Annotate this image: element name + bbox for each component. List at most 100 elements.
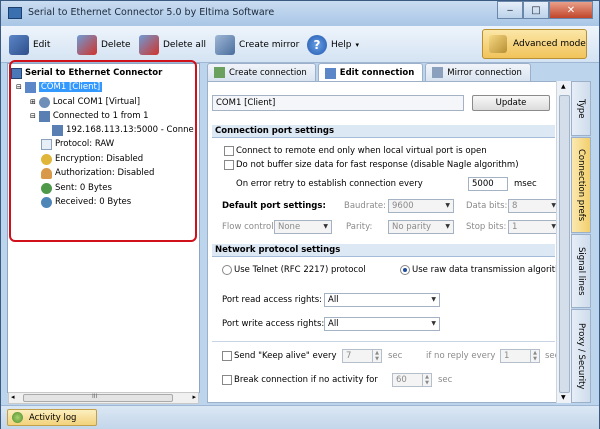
disable-nagle-label: Do not buffer size data for fast respons…: [236, 160, 519, 170]
help-label: Help: [331, 40, 352, 50]
update-button[interactable]: Update: [472, 95, 550, 111]
delete-all-label: Delete all: [163, 40, 206, 50]
raw-data-label: Use raw data transmission algorithms: [412, 265, 571, 275]
advanced-mode-button[interactable]: Advanced mode: [482, 29, 587, 59]
tab-edit-label: Edit connection: [339, 68, 415, 78]
mirror-connection-icon: [432, 67, 444, 78]
scrollbar-thumb[interactable]: [559, 95, 570, 393]
parity-select[interactable]: No parity: [388, 220, 454, 234]
flow-control-label: Flow control:: [222, 222, 277, 232]
maximize-button[interactable]: □: [523, 1, 549, 19]
delete-label: Delete: [101, 40, 131, 50]
create-connection-icon: [214, 67, 225, 78]
stepper-arrows-icon[interactable]: ▲ ▼: [422, 374, 431, 386]
tab-proxy-security[interactable]: Proxy / Security: [571, 309, 591, 403]
read-access-label: Port read access rights:: [222, 295, 323, 305]
keep-alive-stepper[interactable]: 7 ▲ ▼: [342, 349, 382, 363]
scroll-down-icon[interactable]: ▼: [561, 394, 566, 401]
close-button[interactable]: ✕: [549, 1, 593, 19]
help-icon: ?: [307, 35, 327, 55]
edit-label: Edit: [33, 40, 51, 50]
telnet-label: Use Telnet (RFC 2217) protocol: [234, 265, 366, 275]
advanced-mode-label: Advanced mode: [513, 39, 586, 49]
scrollbar-thumb[interactable]: III: [23, 393, 173, 402]
retry-interval-input[interactable]: 5000: [468, 177, 508, 191]
divider: [212, 341, 555, 342]
parity-label: Parity:: [346, 222, 373, 232]
baudrate-select[interactable]: 9600: [388, 199, 454, 213]
break-connection-checkbox[interactable]: [222, 375, 232, 385]
window-title: Serial to Ethernet Connector 5.0 by Elti…: [28, 7, 275, 18]
stop-bits-select[interactable]: 1: [508, 220, 560, 234]
create-mirror-button[interactable]: Create mirror: [215, 33, 299, 57]
connect-only-when-open-label: Connect to remote end only when local vi…: [236, 146, 487, 156]
panel-vertical-scrollbar[interactable]: ▲ ▼: [556, 81, 571, 403]
write-access-select[interactable]: All: [324, 317, 440, 331]
activity-log-button[interactable]: Activity log: [7, 409, 97, 426]
network-protocol-settings-header: Network protocol settings: [212, 244, 555, 257]
connect-only-when-open-checkbox[interactable]: [224, 146, 234, 156]
tab-connection-prefs[interactable]: Connection prefs: [571, 137, 591, 233]
stepper-arrows-icon[interactable]: ▲ ▼: [372, 350, 381, 362]
tab-create-connection[interactable]: Create connection: [207, 63, 316, 81]
pencil-icon: [9, 35, 29, 55]
delete-all-button[interactable]: Delete all: [139, 33, 206, 57]
title-bar[interactable]: Serial to Ethernet Connector 5.0 by Elti…: [1, 1, 599, 26]
tree-horizontal-scrollbar[interactable]: ◂ III ▸: [8, 392, 199, 404]
telnet-radio[interactable]: [222, 265, 232, 275]
help-button[interactable]: ? Help ▾: [307, 33, 359, 57]
tab-connection-prefs-label: Connection prefs: [576, 148, 586, 222]
scroll-left-icon[interactable]: ◂: [11, 393, 15, 401]
vertical-tab-bar: Type Connection prefs Signal lines Proxy…: [571, 81, 591, 403]
no-reply-value: 1: [504, 351, 510, 361]
highlight-box: [9, 60, 197, 242]
scroll-right-icon[interactable]: ▸: [192, 393, 196, 401]
no-reply-stepper[interactable]: 1 ▲ ▼: [500, 349, 540, 363]
advanced-mode-icon: [489, 35, 507, 53]
keep-alive-checkbox[interactable]: [222, 351, 232, 361]
break-connection-unit: sec: [438, 375, 453, 385]
break-connection-label: Break connection if no activity for: [234, 375, 378, 385]
mirror-icon: [215, 35, 235, 55]
retry-label: On error retry to establish connection e…: [236, 179, 423, 189]
break-connection-stepper[interactable]: 60 ▲ ▼: [392, 373, 432, 387]
tab-bar: Create connection Edit connection Mirror…: [207, 63, 531, 82]
minimize-button[interactable]: ‒: [497, 1, 523, 19]
data-bits-label: Data bits:: [466, 201, 508, 211]
edit-button[interactable]: Edit: [9, 33, 50, 57]
tab-mirror-label: Mirror connection: [447, 67, 522, 78]
flow-control-select[interactable]: None: [274, 220, 332, 234]
tab-signal-lines[interactable]: Signal lines: [571, 234, 591, 308]
stop-bits-label: Stop bits:: [466, 222, 507, 232]
connection-name-field[interactable]: COM1 [Client]: [212, 95, 464, 111]
retry-unit: msec: [514, 179, 537, 189]
stepper-arrows-icon[interactable]: ▲ ▼: [530, 350, 539, 362]
tab-signal-lines-label: Signal lines: [576, 246, 586, 296]
keep-alive-value: 7: [346, 351, 352, 361]
default-port-settings-label: Default port settings:: [222, 201, 326, 211]
tab-type[interactable]: Type: [571, 81, 591, 136]
break-connection-value: 60: [396, 375, 407, 385]
delete-all-icon: [139, 35, 159, 55]
write-access-label: Port write access rights:: [222, 319, 325, 329]
edit-connection-icon: [324, 67, 336, 79]
tab-proxy-security-label: Proxy / Security: [576, 322, 586, 390]
tab-edit-connection[interactable]: Edit connection: [317, 63, 424, 82]
delete-icon: [77, 35, 97, 55]
connection-port-settings-header: Connection port settings: [212, 125, 555, 138]
keep-alive-label: Send "Keep alive" every: [234, 351, 337, 361]
window-controls: ‒ □ ✕: [497, 1, 593, 19]
toolbar: Edit Delete Delete all Create mirror ? H…: [1, 26, 599, 63]
main-window: Serial to Ethernet Connector 5.0 by Elti…: [0, 0, 600, 429]
scroll-up-icon[interactable]: ▲: [561, 83, 566, 90]
app-icon: [8, 7, 22, 19]
delete-button[interactable]: Delete: [77, 33, 131, 57]
keep-alive-unit: sec: [388, 351, 403, 361]
data-bits-select[interactable]: 8: [508, 199, 560, 213]
raw-data-radio[interactable]: [400, 265, 410, 275]
tab-mirror-connection[interactable]: Mirror connection: [425, 63, 531, 81]
read-access-select[interactable]: All: [324, 293, 440, 307]
baudrate-label: Baudrate:: [344, 201, 386, 211]
status-bar: Activity log: [1, 405, 599, 429]
disable-nagle-checkbox[interactable]: [224, 160, 234, 170]
